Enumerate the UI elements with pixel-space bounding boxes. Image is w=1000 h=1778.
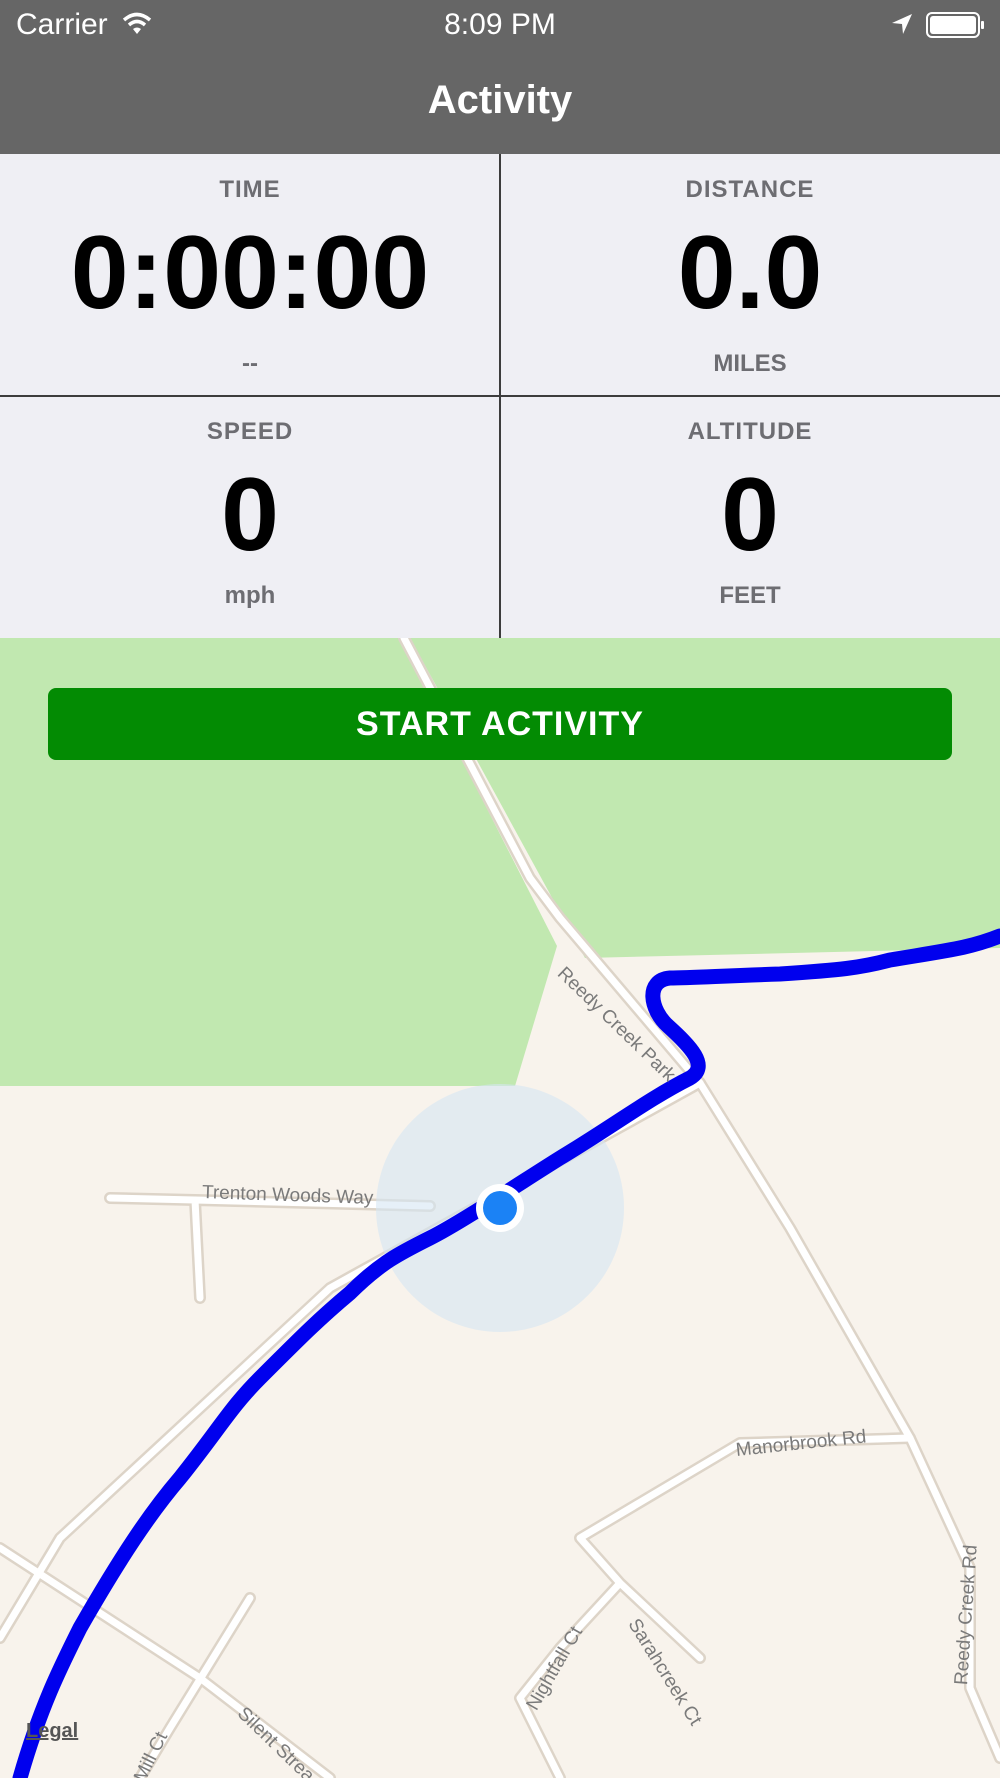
legal-link[interactable]: Legal [26, 1720, 78, 1743]
battery-icon [926, 12, 986, 43]
speed-label: SPEED [206, 418, 294, 445]
speed-stat: SPEED 0 mph [0, 396, 500, 638]
time-stat: TIME 0:00:00 -- [0, 154, 500, 396]
altitude-stat: ALTITUDE 0 FEET [500, 396, 1000, 638]
time-value: 0:00:00 [70, 215, 430, 331]
distance-value: 0.0 [677, 215, 823, 331]
location-arrow-icon [890, 12, 914, 41]
time-unit: -- [242, 350, 258, 377]
stats-grid: TIME 0:00:00 -- DISTANCE 0.0 MILES SPEED… [0, 154, 1000, 638]
map-canvas [0, 638, 1000, 1778]
page-title: Activity [427, 78, 573, 122]
speed-value: 0 [221, 457, 279, 573]
distance-label: DISTANCE [685, 176, 815, 203]
status-time: 8:09 PM [444, 8, 556, 41]
distance-stat: DISTANCE 0.0 MILES [500, 154, 1000, 396]
navigation-bar: Activity [0, 52, 1000, 154]
distance-unit: MILES [713, 350, 787, 377]
altitude-value: 0 [721, 457, 779, 573]
status-bar: Carrier 8:09 PM [0, 0, 1000, 52]
altitude-unit: FEET [719, 582, 781, 609]
speed-unit: mph [224, 582, 276, 609]
grid-divider-horizontal [0, 395, 1000, 397]
altitude-label: ALTITUDE [687, 418, 813, 445]
time-label: TIME [219, 176, 281, 203]
start-activity-button[interactable]: START ACTIVITY [48, 688, 952, 760]
map-view[interactable]: Trenton Woods Way Reedy Creek Park Manor… [0, 638, 1000, 1778]
